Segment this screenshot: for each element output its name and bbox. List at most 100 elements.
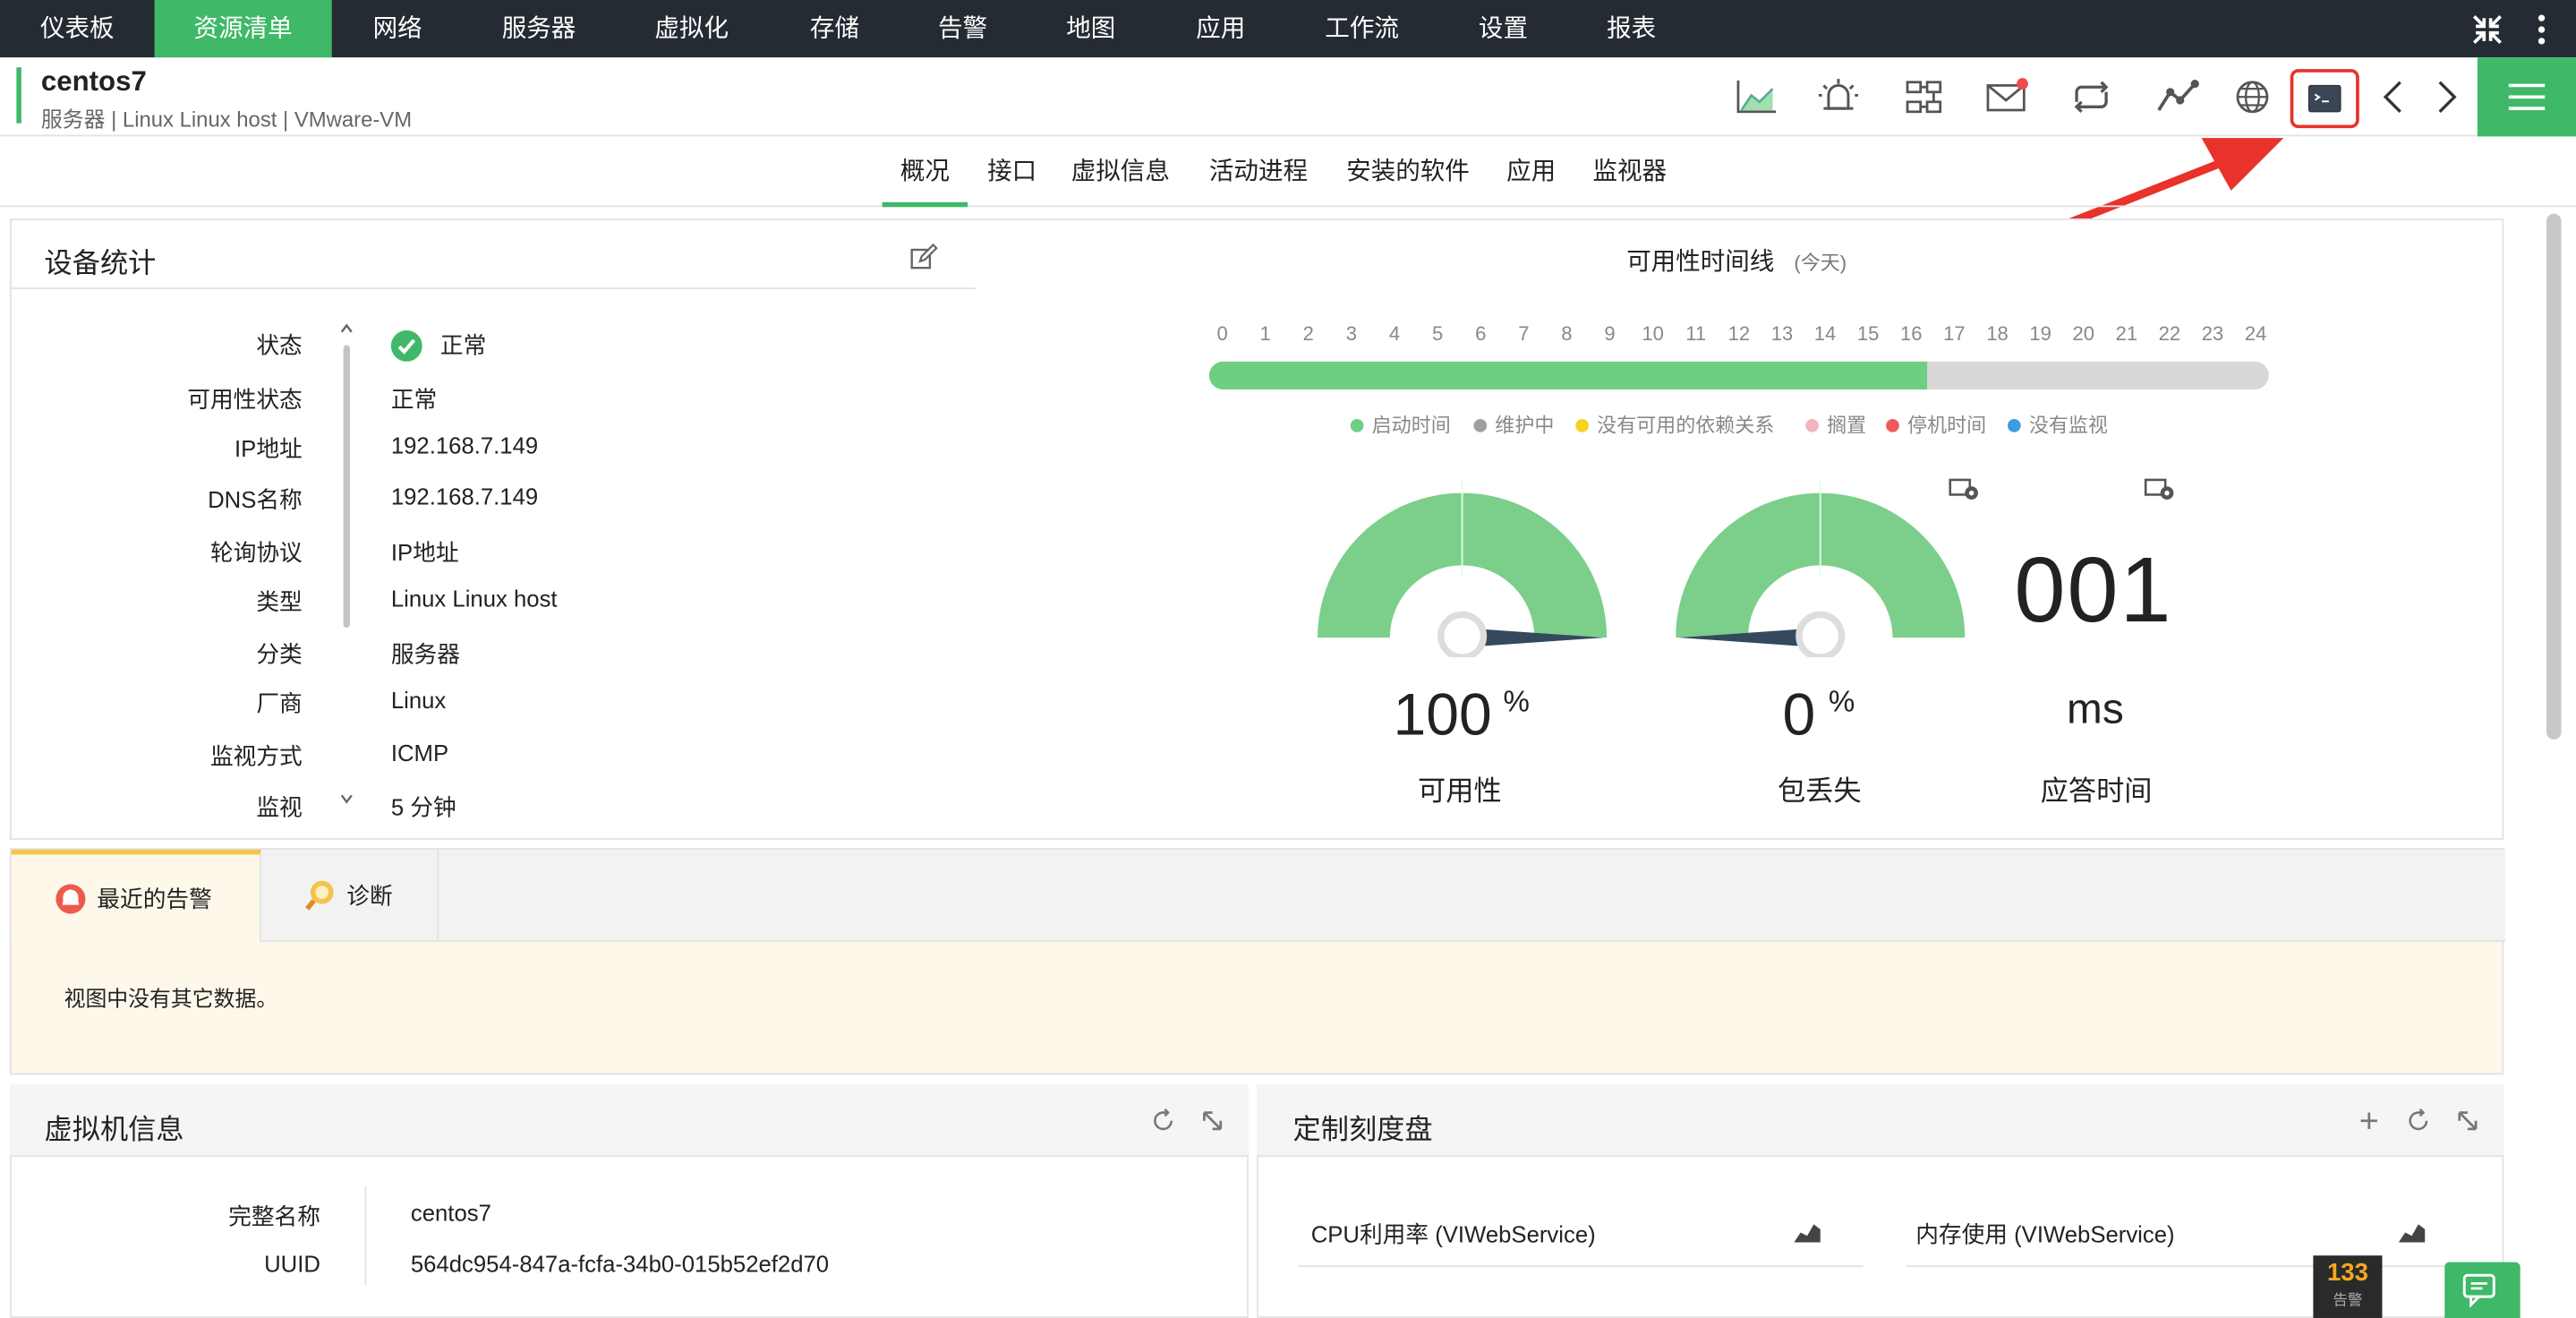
top-nav: 仪表板 资源清单 网络 服务器 虚拟化 存储 告警 地图 应用 工作流 设置 报… bbox=[0, 0, 2576, 58]
nav-item-storage[interactable]: 存储 bbox=[769, 0, 900, 57]
dial-cpu-label: CPU利用率 (VIWebService) bbox=[1310, 1220, 1596, 1248]
tab-installed-software[interactable]: 安装的软件 bbox=[1337, 138, 1479, 207]
alarm-bell-icon[interactable] bbox=[1813, 74, 1863, 120]
timeline-hour-label: 19 bbox=[2029, 321, 2051, 346]
tab-overview[interactable]: 概况 bbox=[882, 138, 968, 208]
more-vertical-icon[interactable] bbox=[2537, 13, 2546, 47]
stat-row: 类型 Linux Linux host bbox=[0, 585, 657, 618]
refresh-icon[interactable] bbox=[1150, 1108, 1176, 1134]
vm-info-row: 完整名称 centos7 bbox=[0, 1200, 1215, 1233]
trend-line-icon[interactable] bbox=[2153, 74, 2202, 120]
chevron-left-icon[interactable] bbox=[2369, 74, 2418, 120]
stat-row: IP地址 192.168.7.149 bbox=[0, 432, 657, 466]
availability-unit: % bbox=[1503, 685, 1530, 719]
vm-info-row: UUID 564dc954-847a-fcfa-34b0-015b52ef2d7… bbox=[0, 1251, 1215, 1284]
availability-period: (今天) bbox=[1794, 251, 1847, 275]
email-notification-icon[interactable] bbox=[1982, 74, 2031, 120]
tab-monitors[interactable]: 监视器 bbox=[1585, 138, 1674, 207]
gauge-settings-icon[interactable] bbox=[2142, 476, 2178, 502]
alarms-empty-message: 视图中没有其它数据。 bbox=[64, 986, 278, 1011]
area-chart-icon[interactable] bbox=[2395, 1218, 2428, 1244]
legend-item: 维护中 bbox=[1473, 411, 1554, 439]
alarms-panel: 最近的告警 诊断 视图中没有其它数据。 bbox=[10, 848, 2506, 1075]
legend-label: 停机时间 bbox=[1907, 414, 1987, 438]
globe-icon[interactable] bbox=[2228, 74, 2277, 120]
timeline-hour-label: 15 bbox=[1856, 321, 1880, 346]
stat-row: 分类 服务器 bbox=[0, 638, 657, 671]
legend-label: 没有可用的依赖关系 bbox=[1597, 414, 1775, 438]
timeline-hour-label: 1 bbox=[1259, 321, 1271, 346]
stat-label: 监视方式 bbox=[209, 742, 303, 769]
legend-dot bbox=[1350, 418, 1364, 432]
timeline-hour-label: 14 bbox=[1813, 321, 1837, 346]
timeline-hour-label: 17 bbox=[1943, 321, 1966, 346]
menu-icon[interactable] bbox=[2477, 57, 2576, 137]
check-icon bbox=[390, 330, 422, 362]
legend-item: 没有可用的依赖关系 bbox=[1575, 411, 1774, 439]
legend-label: 没有监视 bbox=[2028, 414, 2108, 438]
packet-loss-caption: 包丢失 bbox=[1778, 775, 1862, 808]
nav-item-settings[interactable]: 设置 bbox=[1439, 0, 1567, 57]
nav-item-reports[interactable]: 报表 bbox=[1567, 0, 1695, 57]
tab-interfaces[interactable]: 接口 bbox=[979, 138, 1045, 207]
timeline-hour-label: 18 bbox=[1986, 321, 2009, 346]
availability-timeline-bar bbox=[1208, 361, 2269, 389]
legend-item: 停机时间 bbox=[1886, 411, 1986, 439]
device-name: centos7 bbox=[40, 65, 147, 98]
stat-value: Linux Linux host bbox=[390, 585, 558, 612]
stat-value: ICMP bbox=[390, 739, 449, 766]
tab-virtual-info[interactable]: 虚拟信息 bbox=[1064, 138, 1176, 207]
device-subtitle: 服务器 | Linux Linux host | VMware-VM bbox=[40, 107, 413, 132]
availability-caption: 可用性 bbox=[1418, 775, 1502, 808]
refresh-icon[interactable] bbox=[2405, 1108, 2431, 1134]
add-icon[interactable] bbox=[2356, 1108, 2382, 1134]
timeline-hour-label: 7 bbox=[1518, 321, 1530, 346]
alarm-count-badge[interactable]: 133 告警 bbox=[2313, 1255, 2383, 1318]
chevron-right-icon[interactable] bbox=[2422, 74, 2471, 120]
timeline-hour-label: 12 bbox=[1727, 321, 1751, 346]
stat-value: 正常 bbox=[390, 386, 438, 413]
nav-item-dashboard[interactable]: 仪表板 bbox=[0, 0, 155, 57]
nav-item-apps[interactable]: 应用 bbox=[1156, 0, 1284, 57]
collapse-icon[interactable] bbox=[2469, 12, 2505, 47]
timeline-hour-label: 4 bbox=[1388, 321, 1401, 346]
edit-icon[interactable] bbox=[908, 243, 938, 273]
page-scrollbar[interactable] bbox=[2546, 213, 2562, 740]
timeline-hour-label: 9 bbox=[1604, 321, 1616, 346]
stat-label: 状态 bbox=[256, 331, 303, 359]
gauge-settings-icon[interactable] bbox=[1947, 476, 1983, 502]
nav-item-inventory[interactable]: 资源清单 bbox=[154, 0, 332, 58]
timeline-hour-label: 23 bbox=[2201, 321, 2224, 346]
stat-value: 5 分钟 bbox=[390, 793, 456, 820]
alarm-count: 133 bbox=[2326, 1258, 2368, 1288]
nav-item-virtualization[interactable]: 虚拟化 bbox=[614, 0, 769, 57]
timeline-hour-label: 2 bbox=[1302, 321, 1314, 346]
legend-label: 维护中 bbox=[1495, 414, 1555, 438]
legend-item: 没有监视 bbox=[2007, 411, 2108, 439]
nav-item-maps[interactable]: 地图 bbox=[1025, 0, 1156, 57]
performance-chart-icon[interactable] bbox=[1732, 74, 1781, 120]
nav-item-alarms[interactable]: 告警 bbox=[900, 0, 1025, 57]
nav-item-workflow[interactable]: 工作流 bbox=[1284, 0, 1439, 57]
custom-dials-title: 定制刻度盘 bbox=[1292, 1114, 1433, 1146]
area-chart-icon[interactable] bbox=[1791, 1218, 1824, 1244]
stats-title: 设备统计 bbox=[44, 248, 157, 280]
timeline-hour-axis: 0 1 2 3 4 5 6 7 8 9 10 11 12 13 14 15 16 17 18 19 20 21 22 23 24 bbox=[1209, 322, 2269, 348]
availability-gauge bbox=[1318, 479, 1608, 658]
expand-icon[interactable] bbox=[1199, 1108, 1225, 1134]
stats-scrollbar[interactable] bbox=[338, 322, 354, 809]
packet-loss-unit: % bbox=[1828, 685, 1855, 719]
nav-item-network[interactable]: 网络 bbox=[332, 0, 464, 57]
device-topology-icon[interactable] bbox=[1899, 74, 1949, 120]
stat-label: 监视 bbox=[256, 793, 303, 820]
timeline-hour-label: 11 bbox=[1685, 321, 1707, 346]
tab-active-processes[interactable]: 活动进程 bbox=[1201, 138, 1316, 207]
expand-icon[interactable] bbox=[2454, 1108, 2480, 1134]
nav-item-servers[interactable]: 服务器 bbox=[464, 0, 615, 57]
terminal-icon[interactable] bbox=[2290, 69, 2359, 129]
tab-recent-alarms[interactable]: 最近的告警 bbox=[11, 849, 261, 942]
sync-icon[interactable] bbox=[2067, 74, 2116, 120]
tab-diagnostics[interactable]: 诊断 bbox=[261, 849, 439, 942]
chat-icon[interactable] bbox=[2444, 1262, 2521, 1318]
tab-applications[interactable]: 应用 bbox=[1498, 138, 1564, 207]
